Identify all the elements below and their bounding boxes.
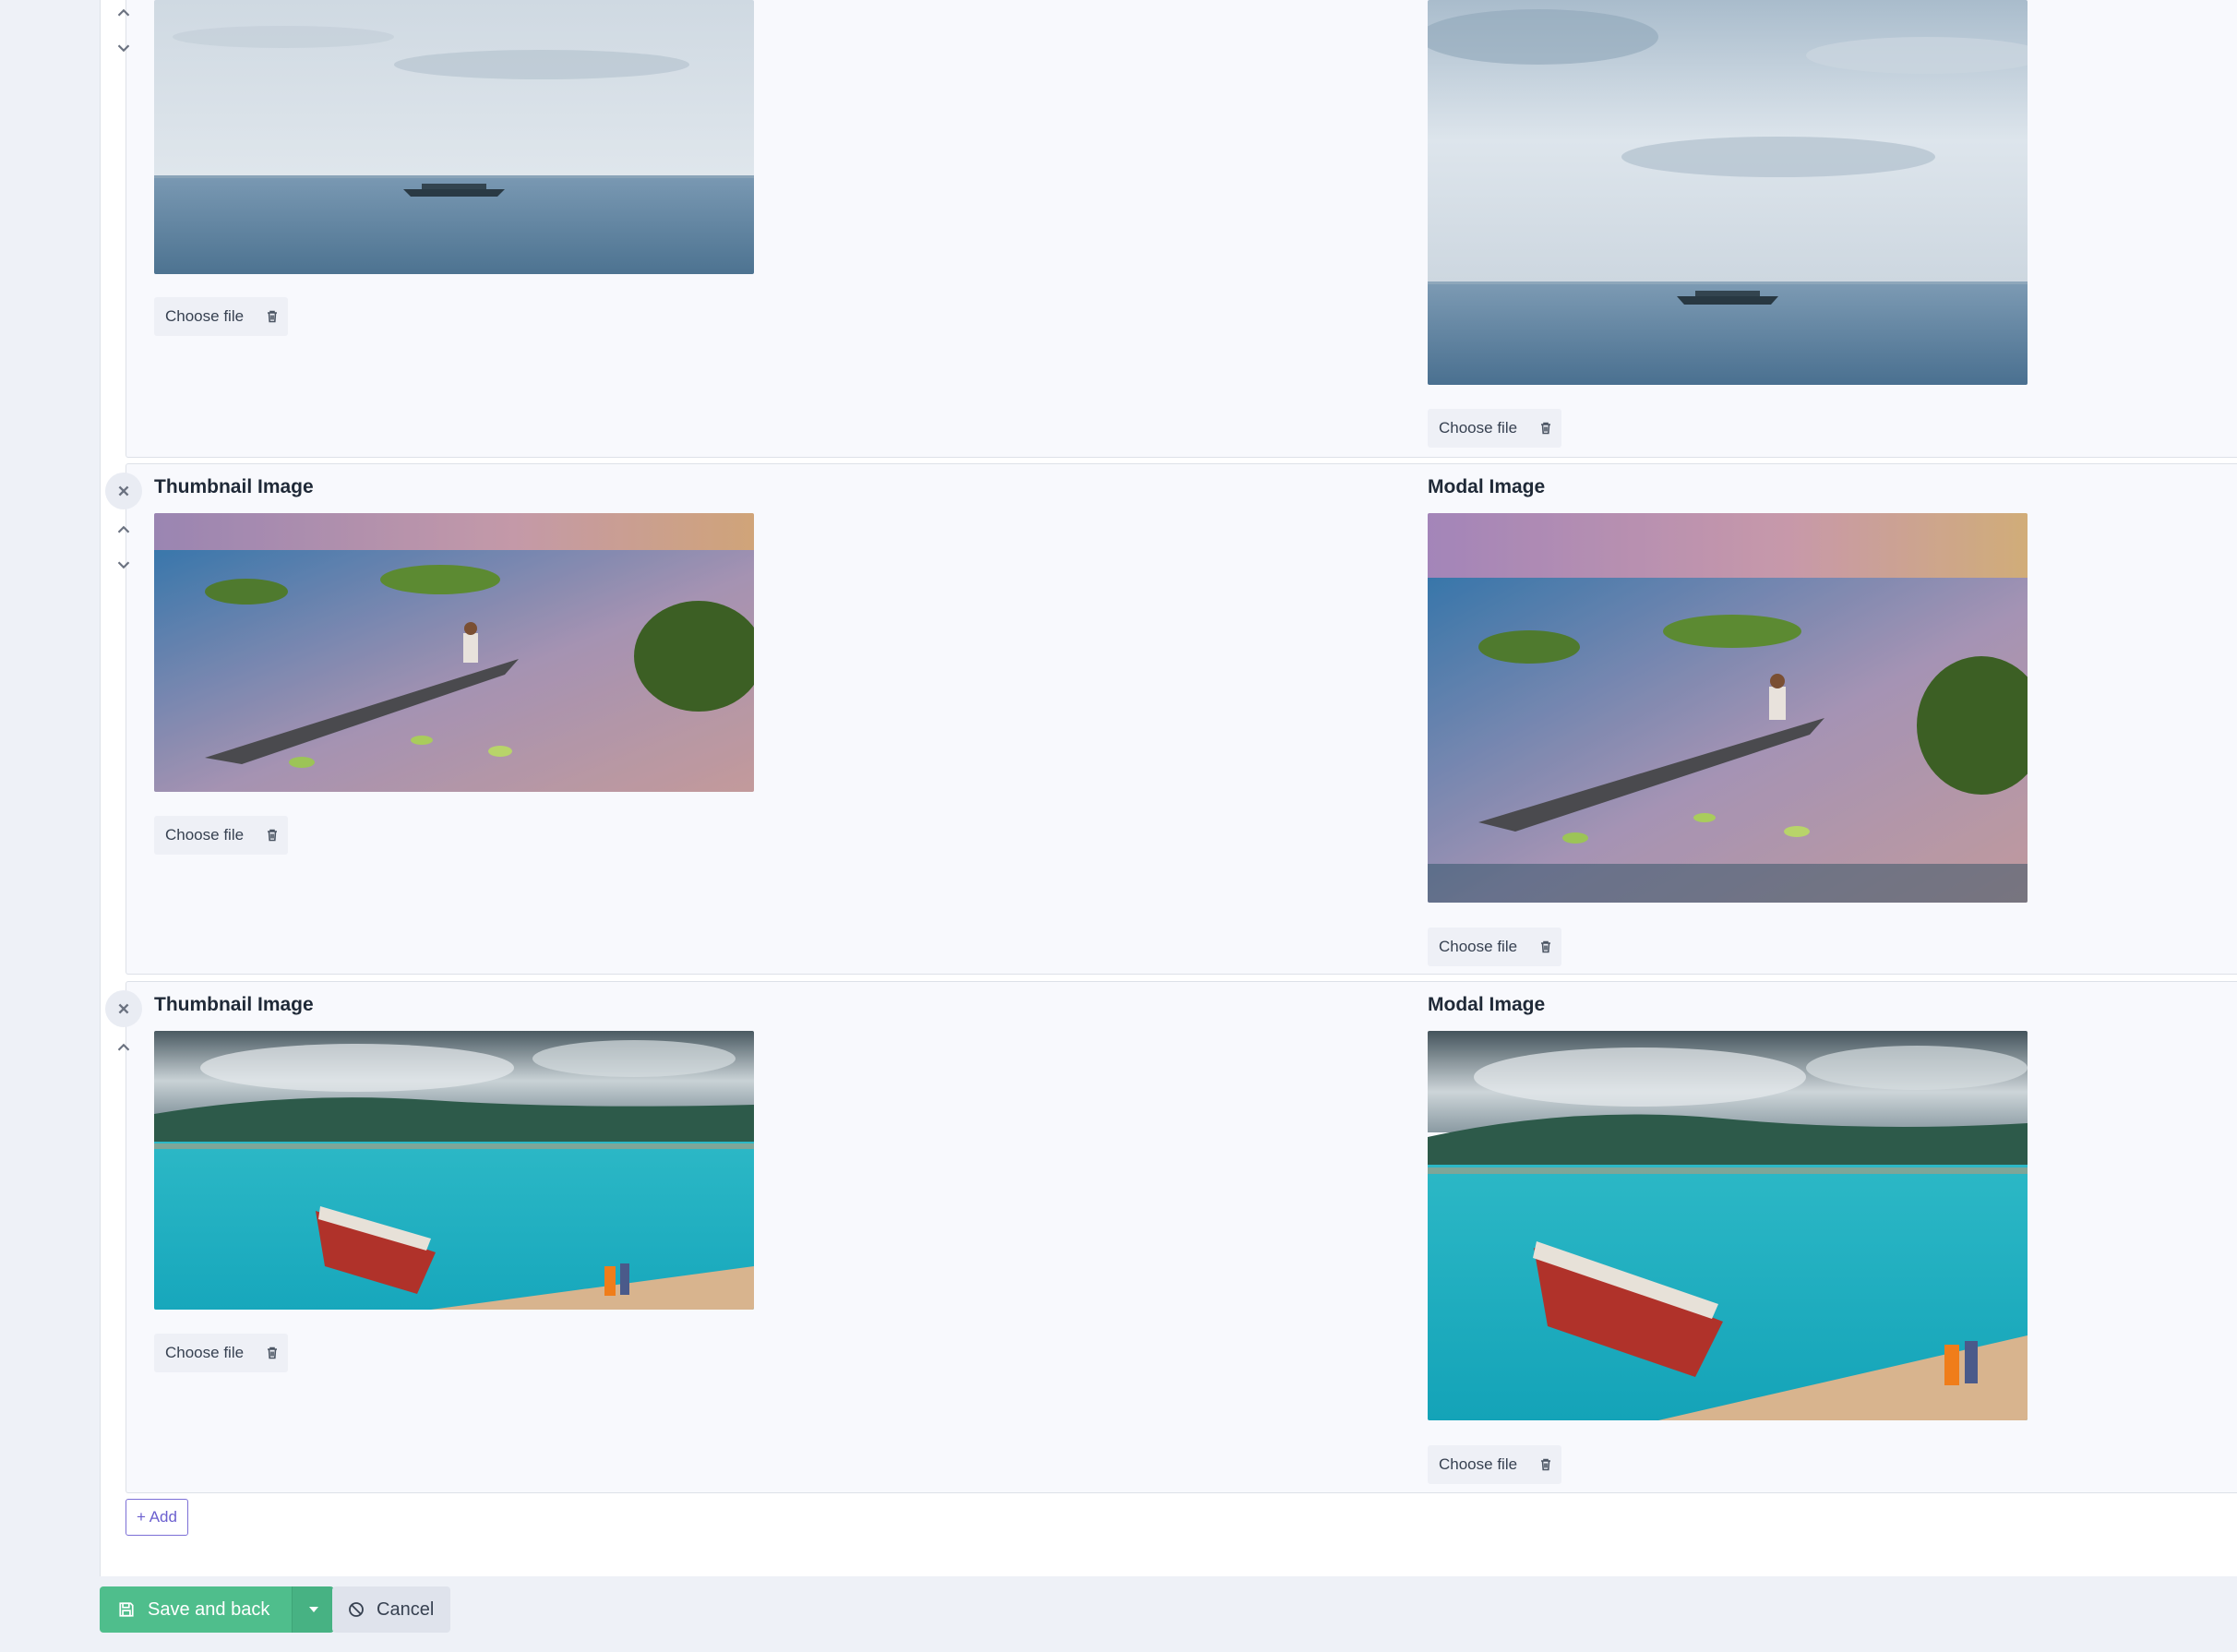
move-up-button[interactable] (105, 511, 142, 548)
save-button-group: Save and back (100, 1586, 335, 1633)
thumbnail-image-preview (154, 1031, 754, 1310)
chevron-up-icon (117, 1043, 130, 1051)
trash-icon (268, 1347, 278, 1359)
modal-image-label: Modal Image (1428, 476, 1546, 497)
choose-file-button[interactable]: Choose file (154, 816, 257, 855)
save-and-back-label: Save and back (148, 1598, 270, 1620)
thumbnail-image-preview (154, 0, 754, 274)
trash-icon (1541, 1458, 1551, 1471)
choose-file-button[interactable]: Choose file (1428, 409, 1530, 448)
cancel-label: Cancel (377, 1598, 435, 1620)
delete-file-button[interactable] (257, 816, 288, 855)
delete-file-button[interactable] (257, 297, 288, 336)
save-options-dropdown[interactable] (292, 1586, 335, 1633)
thumbnail-image-label: Thumbnail Image (154, 476, 314, 497)
modal-image-label: Modal Image (1428, 994, 1546, 1015)
close-icon (118, 485, 129, 497)
delete-file-button[interactable] (1530, 928, 1561, 966)
trash-icon (1541, 940, 1551, 953)
move-up-button[interactable] (105, 1029, 142, 1066)
thumbnail-file-control: Choose file (154, 297, 289, 336)
remove-row-button[interactable] (105, 990, 142, 1027)
modal-image-preview (1428, 513, 2028, 903)
delete-file-button[interactable] (1530, 409, 1561, 448)
modal-file-control: Choose file (1428, 409, 1562, 448)
move-down-button[interactable] (105, 546, 142, 583)
remove-row-button[interactable] (105, 473, 142, 509)
delete-file-button[interactable] (257, 1334, 288, 1372)
trash-icon (268, 829, 278, 842)
add-row-button[interactable]: + Add (126, 1499, 188, 1536)
modal-image-preview (1428, 0, 2028, 385)
save-and-back-button[interactable]: Save and back (100, 1586, 293, 1633)
thumbnail-image-preview (154, 513, 754, 792)
move-down-button[interactable] (105, 30, 142, 66)
modal-file-control: Choose file (1428, 1445, 1562, 1484)
choose-file-button[interactable]: Choose file (1428, 928, 1530, 966)
modal-file-control: Choose file (1428, 928, 1562, 966)
chevron-up-icon (117, 8, 130, 17)
thumbnail-file-control: Choose file (154, 1334, 289, 1372)
chevron-down-icon (117, 561, 130, 569)
floppy-disk-icon (119, 1602, 134, 1617)
ban-icon (349, 1602, 364, 1617)
choose-file-button[interactable]: Choose file (154, 1334, 257, 1372)
chevron-down-icon (117, 44, 130, 53)
cancel-button[interactable]: Cancel (332, 1586, 451, 1633)
caret-down-icon (308, 1607, 318, 1612)
trash-icon (268, 310, 278, 323)
choose-file-button[interactable]: Choose file (1428, 1445, 1530, 1484)
modal-image-preview (1428, 1031, 2028, 1420)
choose-file-button[interactable]: Choose file (154, 297, 257, 336)
thumbnail-image-label: Thumbnail Image (154, 994, 314, 1015)
page: Choose file Choose file Thumbnail Image … (0, 0, 2237, 1652)
delete-file-button[interactable] (1530, 1445, 1561, 1484)
trash-icon (1541, 422, 1551, 435)
chevron-up-icon (117, 525, 130, 533)
close-icon (118, 1003, 129, 1014)
thumbnail-file-control: Choose file (154, 816, 289, 855)
